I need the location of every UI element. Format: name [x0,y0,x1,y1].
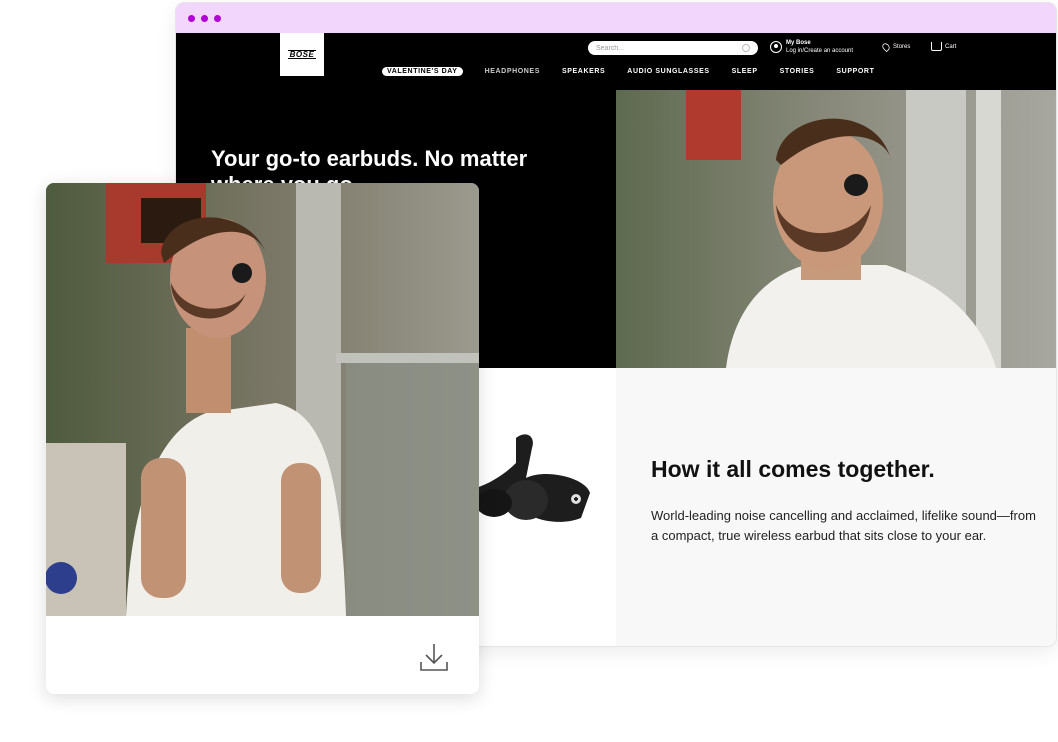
window-titlebar [176,3,1056,33]
feature-body: World-leading noise cancelling and accla… [651,508,1036,543]
nav-item-support[interactable]: SUPPORT [836,68,874,75]
cart-label: Cart [945,43,957,50]
stores-link[interactable]: Stores [880,41,911,53]
feature-title: How it all comes together. [651,456,935,482]
nav-item-headphones[interactable]: HEADPHONES [485,68,540,75]
window-dot[interactable] [188,14,195,22]
location-pin-icon [880,41,892,53]
account-text: My Bose Log in/Create an account [786,39,853,55]
account-subtitle: Log in/Create an account [786,48,854,54]
hero-photo [616,90,1056,368]
search-icon[interactable] [742,44,750,52]
nav-item-audio-sunglasses[interactable]: AUDIO SUNGLASSES [627,68,709,75]
stores-label: Stores [893,44,911,50]
account-title: My Bose [786,40,811,46]
download-button[interactable] [416,639,452,675]
nav-item-sleep[interactable]: SLEEP [732,68,758,75]
search-input[interactable] [596,44,736,52]
nav-item-speakers[interactable]: SPEAKERS [562,68,605,75]
asset-preview-card[interactable] [46,183,479,694]
bose-logo[interactable]: BOSE [280,33,324,76]
main-nav: VALENTINE'S DAY HEADPHONES SPEAKERS AUDI… [382,67,874,76]
cart-link[interactable]: Cart [931,42,956,51]
cart-icon [931,42,942,51]
window-dot[interactable] [214,14,221,22]
nav-item-stories[interactable]: STORIES [780,68,815,75]
nav-item-valentines-day[interactable]: VALENTINE'S DAY [382,67,463,76]
window-dot[interactable] [201,14,208,22]
stage: BOSE My Bose Log in/Create an account St… [0,0,1058,742]
asset-photo [46,183,479,616]
logo-text: BOSE [287,50,317,59]
site-header: BOSE My Bose Log in/Create an account St… [176,33,1056,90]
man-standing-photo [46,183,479,616]
download-icon [420,644,448,671]
user-icon [770,41,782,53]
account-link[interactable]: My Bose Log in/Create an account [770,39,853,55]
feature-text-panel: How it all comes together. World-leading… [616,368,1056,646]
search-box[interactable] [588,41,758,55]
man-wearing-earbuds-photo [616,90,1056,368]
